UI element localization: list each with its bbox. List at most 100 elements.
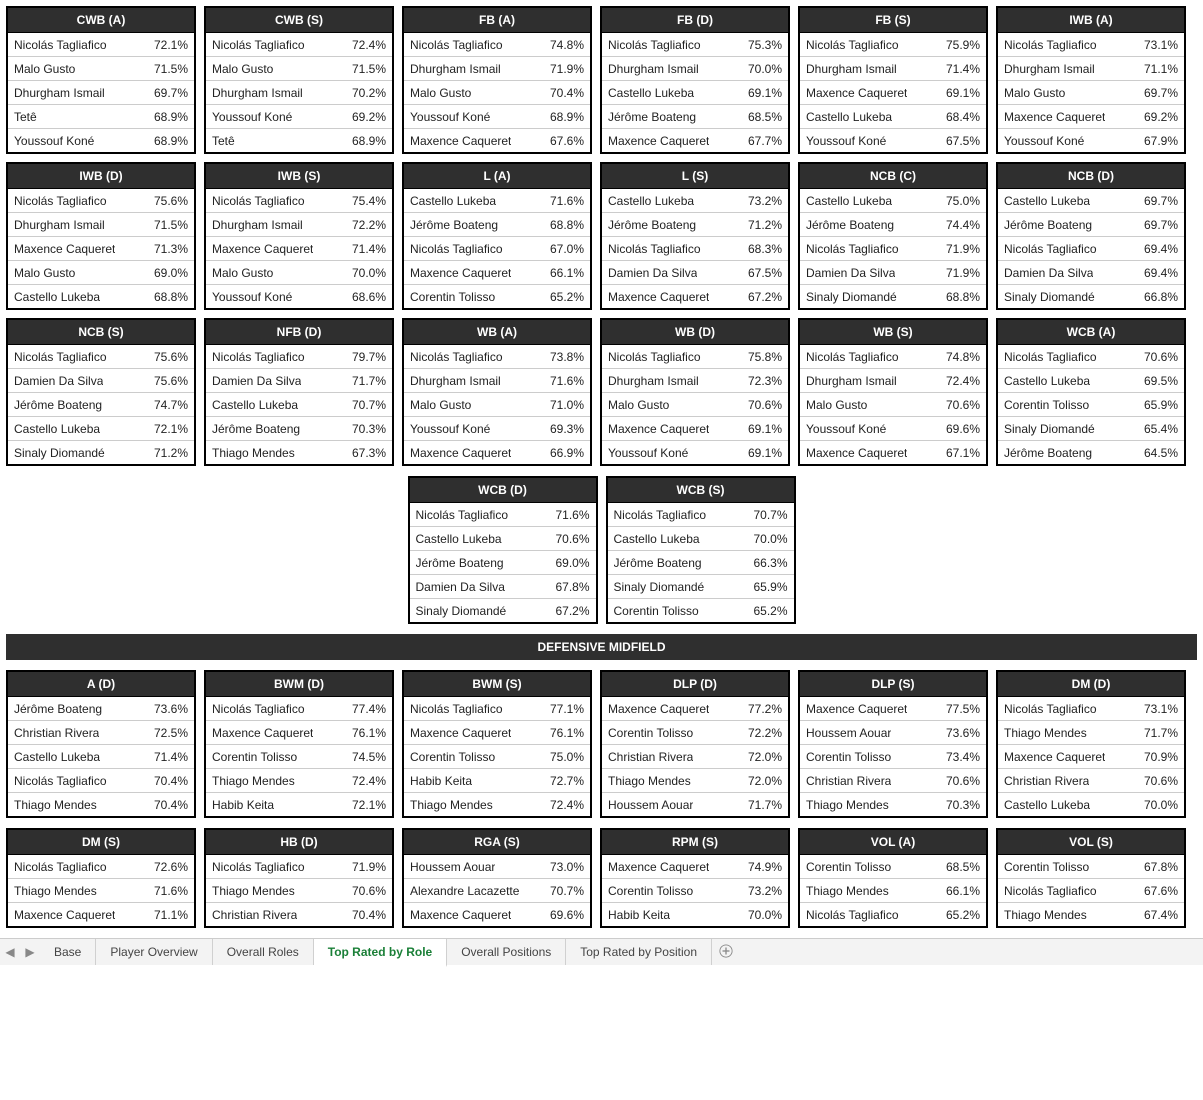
- player-row: Castello Lukeba73.2%: [602, 189, 788, 213]
- player-name: Corentin Tolisso: [410, 290, 495, 304]
- player-row: Nicolás Tagliafico74.8%: [800, 345, 986, 369]
- sheet-tab-bar: ◀ ▶ BasePlayer OverviewOverall RolesTop …: [0, 938, 1203, 965]
- player-row: Houssem Aouar73.0%: [404, 855, 590, 879]
- player-rating: 74.9%: [748, 860, 782, 874]
- role-card-header: BWM (S): [404, 672, 590, 697]
- player-row: Dhurgham Ismail71.1%: [998, 57, 1184, 81]
- role-card-header: NFB (D): [206, 320, 392, 345]
- player-rating: 77.2%: [748, 702, 782, 716]
- player-row: Jérôme Boateng74.7%: [8, 393, 194, 417]
- role-card: CWB (S)Nicolás Tagliafico72.4%Malo Gusto…: [204, 6, 394, 154]
- player-rating: 71.2%: [748, 218, 782, 232]
- player-rating: 68.9%: [550, 110, 584, 124]
- player-row: Nicolás Tagliafico75.9%: [800, 33, 986, 57]
- player-rating: 72.0%: [748, 750, 782, 764]
- player-row: Christian Rivera70.6%: [998, 769, 1184, 793]
- player-row: Sinaly Diomandé65.9%: [608, 575, 794, 599]
- player-rating: 75.0%: [946, 194, 980, 208]
- player-rating: 74.7%: [154, 398, 188, 412]
- player-row: Nicolás Tagliafico67.6%: [998, 879, 1184, 903]
- player-row: Nicolás Tagliafico75.6%: [8, 345, 194, 369]
- player-row: Corentin Tolisso65.2%: [404, 285, 590, 308]
- player-rating: 73.6%: [154, 702, 188, 716]
- sheet-tab[interactable]: Top Rated by Position: [566, 939, 712, 965]
- player-name: Malo Gusto: [410, 86, 471, 100]
- player-rating: 70.6%: [555, 532, 589, 546]
- role-card: CWB (A)Nicolás Tagliafico72.1%Malo Gusto…: [6, 6, 196, 154]
- sheet-tab[interactable]: Overall Roles: [213, 939, 314, 965]
- role-card-header: DLP (D): [602, 672, 788, 697]
- sheet-tab[interactable]: Overall Positions: [447, 939, 566, 965]
- role-card: BWM (D)Nicolás Tagliafico77.4%Maxence Ca…: [204, 670, 394, 818]
- player-rating: 73.2%: [748, 884, 782, 898]
- player-rating: 71.3%: [154, 242, 188, 256]
- player-name: Damien Da Silva: [212, 374, 301, 388]
- player-rating: 74.5%: [352, 750, 386, 764]
- role-card: L (S)Castello Lukeba73.2%Jérôme Boateng7…: [600, 162, 790, 310]
- player-row: Nicolás Tagliafico71.6%: [410, 503, 596, 527]
- player-name: Nicolás Tagliafico: [806, 350, 899, 364]
- player-name: Maxence Caqueret: [806, 86, 907, 100]
- player-name: Castello Lukeba: [608, 86, 694, 100]
- player-row: Maxence Caqueret76.1%: [206, 721, 392, 745]
- player-name: Malo Gusto: [212, 266, 273, 280]
- role-card: FB (S)Nicolás Tagliafico75.9%Dhurgham Is…: [798, 6, 988, 154]
- player-row: Nicolás Tagliafico70.4%: [8, 769, 194, 793]
- player-name: Castello Lukeba: [416, 532, 502, 546]
- player-rating: 69.1%: [748, 422, 782, 436]
- player-row: Habib Keita72.7%: [404, 769, 590, 793]
- player-row: Nicolás Tagliafico73.1%: [998, 697, 1184, 721]
- player-row: Maxence Caqueret71.3%: [8, 237, 194, 261]
- player-rating: 69.7%: [1144, 86, 1178, 100]
- player-rating: 67.7%: [748, 134, 782, 148]
- player-row: Damien Da Silva67.5%: [602, 261, 788, 285]
- player-row: Maxence Caqueret67.7%: [602, 129, 788, 152]
- player-rating: 68.3%: [748, 242, 782, 256]
- player-row: Castello Lukeba68.4%: [800, 105, 986, 129]
- player-name: Jérôme Boateng: [410, 218, 498, 232]
- player-row: Thiago Mendes71.6%: [8, 879, 194, 903]
- page-content: CWB (A)Nicolás Tagliafico72.1%Malo Gusto…: [0, 0, 1203, 928]
- player-row: Nicolás Tagliafico68.3%: [602, 237, 788, 261]
- player-name: Youssouf Koné: [212, 290, 292, 304]
- player-row: Nicolás Tagliafico73.8%: [404, 345, 590, 369]
- player-rating: 69.4%: [1144, 266, 1178, 280]
- player-name: Maxence Caqueret: [1004, 110, 1105, 124]
- player-row: Castello Lukeba70.7%: [206, 393, 392, 417]
- player-row: Nicolás Tagliafico74.8%: [404, 33, 590, 57]
- player-row: Thiago Mendes70.4%: [8, 793, 194, 816]
- role-card-header: CWB (A): [8, 8, 194, 33]
- player-row: Maxence Caqueret69.6%: [404, 903, 590, 926]
- sheet-tab[interactable]: Player Overview: [96, 939, 212, 965]
- player-name: Castello Lukeba: [614, 532, 700, 546]
- player-rating: 72.2%: [748, 726, 782, 740]
- player-name: Damien Da Silva: [608, 266, 697, 280]
- player-row: Malo Gusto71.0%: [404, 393, 590, 417]
- player-rating: 65.4%: [1144, 422, 1178, 436]
- player-name: Jérôme Boateng: [608, 110, 696, 124]
- player-name: Nicolás Tagliafico: [14, 194, 107, 208]
- sheet-tab[interactable]: Top Rated by Role: [314, 939, 447, 967]
- sheet-tab[interactable]: Base: [40, 939, 96, 965]
- add-sheet-button[interactable]: [712, 944, 740, 961]
- player-rating: 70.6%: [748, 398, 782, 412]
- player-name: Nicolás Tagliafico: [608, 38, 701, 52]
- player-rating: 67.5%: [946, 134, 980, 148]
- role-card-header: L (S): [602, 164, 788, 189]
- player-rating: 71.0%: [550, 398, 584, 412]
- player-row: Nicolás Tagliafico77.1%: [404, 697, 590, 721]
- player-name: Dhurgham Ismail: [14, 218, 105, 232]
- player-name: Habib Keita: [608, 908, 670, 922]
- player-name: Dhurgham Ismail: [212, 218, 303, 232]
- player-row: Jérôme Boateng64.5%: [998, 441, 1184, 464]
- tab-nav-next[interactable]: ▶: [20, 945, 40, 959]
- player-row: Christian Rivera72.0%: [602, 745, 788, 769]
- player-name: Nicolás Tagliafico: [410, 702, 503, 716]
- player-rating: 73.4%: [946, 750, 980, 764]
- player-name: Maxence Caqueret: [410, 266, 511, 280]
- tab-nav-prev[interactable]: ◀: [0, 945, 20, 959]
- player-rating: 73.8%: [550, 350, 584, 364]
- player-rating: 74.4%: [946, 218, 980, 232]
- player-row: Maxence Caqueret76.1%: [404, 721, 590, 745]
- player-row: Youssouf Koné68.9%: [8, 129, 194, 152]
